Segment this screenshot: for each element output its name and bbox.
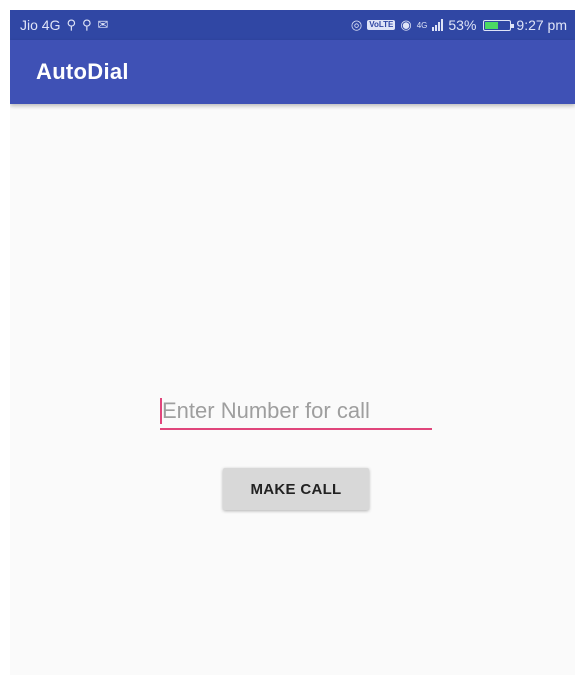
battery-cap	[511, 23, 515, 28]
status-bar: Jio 4G ⚲ ⚲ ✉ ◎ VoLTE ◉ 4G 53% 9:27 pm	[10, 10, 575, 40]
battery-fill	[485, 21, 499, 29]
signal-icon	[432, 19, 444, 31]
phone-screen: Jio 4G ⚲ ⚲ ✉ ◎ VoLTE ◉ 4G 53% 9:27 pm Au…	[10, 10, 575, 675]
status-left: Jio 4G ⚲ ⚲ ✉	[20, 17, 108, 33]
network-type-label: 4G	[416, 20, 428, 30]
usb-icon: ⚲	[66, 17, 76, 32]
message-icon: ✉	[97, 17, 109, 32]
app-title: AutoDial	[36, 59, 129, 84]
battery-icon	[483, 19, 515, 31]
hotspot-icon: ◎	[350, 17, 363, 32]
phone-number-input[interactable]	[160, 394, 432, 430]
app-bar: AutoDial	[10, 40, 575, 104]
usb-icon: ⚲	[82, 17, 92, 32]
eye-icon: ◉	[400, 17, 412, 32]
make-call-button[interactable]: MAKE CALL	[223, 468, 369, 510]
volte-icon: VoLTE	[367, 20, 396, 30]
text-cursor	[160, 398, 162, 424]
status-right: ◎ VoLTE ◉ 4G 53% 9:27 pm	[351, 17, 567, 33]
clock: 9:27 pm	[516, 17, 567, 33]
carrier-label: Jio 4G	[20, 17, 61, 33]
battery-percent: 53%	[448, 17, 477, 33]
